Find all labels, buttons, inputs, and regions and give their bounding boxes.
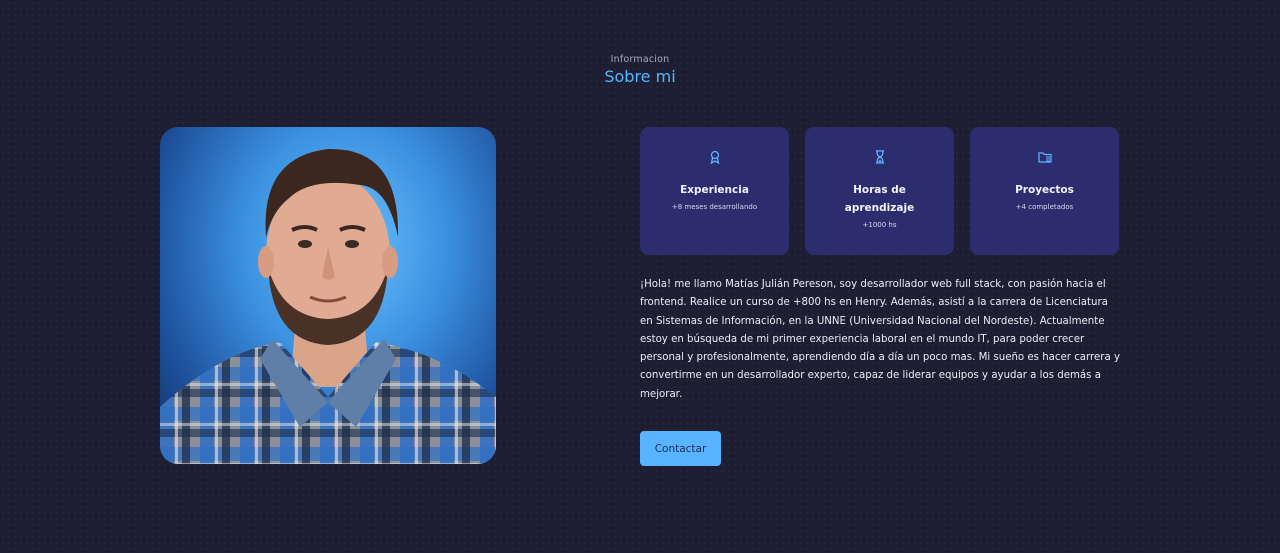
- contact-button[interactable]: Contactar: [640, 431, 721, 466]
- card-title: Experiencia: [680, 184, 749, 196]
- card-subtitle: +4 completados: [1015, 203, 1074, 211]
- hourglass-icon: [873, 149, 887, 164]
- section-heading: Informacion Sobre mi: [0, 54, 1280, 86]
- card-horas: Horas de aprendizaje +1000 hs: [805, 127, 954, 255]
- card-title: Horas de aprendizaje: [844, 184, 915, 214]
- profile-photo: [160, 127, 496, 464]
- section-subtitle: Informacion: [610, 54, 670, 65]
- card-proyectos: Proyectos +4 completados: [970, 127, 1119, 255]
- card-title: Proyectos: [1015, 184, 1074, 196]
- folder-icon: [1037, 149, 1052, 163]
- card-subtitle: +8 meses desarrollando: [671, 203, 758, 211]
- card-experiencia: Experiencia +8 meses desarrollando: [640, 127, 789, 255]
- about-description: ¡Hola! me llamo Matías Julián Pereson, s…: [640, 279, 1120, 400]
- section-title: Sobre mi: [604, 67, 676, 86]
- stats-cards: Experiencia +8 meses desarrollando Horas…: [640, 127, 1119, 255]
- card-subtitle: +1000 hs: [862, 221, 897, 229]
- award-icon: [708, 149, 722, 165]
